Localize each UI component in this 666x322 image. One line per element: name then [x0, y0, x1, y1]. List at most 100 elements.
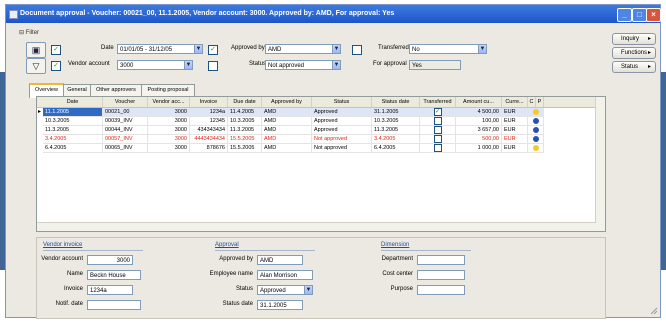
vendor-account-filter-checkbox[interactable]: ✓: [51, 61, 61, 71]
table-cell[interactable]: 11.3.2005: [228, 126, 262, 135]
column-header[interactable]: Due date: [228, 97, 262, 107]
transferred-checkbox[interactable]: [433, 126, 442, 134]
transferred-filter-checkbox[interactable]: [352, 45, 362, 55]
status-date-field[interactable]: 31.1.2005: [257, 300, 303, 310]
table-cell[interactable]: 3000: [148, 108, 190, 117]
table-row[interactable]: 6.4.2005 00065_INV 3000 878676 15.5.2005 AMD N…: [37, 144, 595, 153]
transferred-checkbox[interactable]: [433, 144, 442, 152]
column-header[interactable]: C: [528, 97, 536, 107]
column-header[interactable]: P: [536, 97, 544, 107]
approved-by-filter-checkbox[interactable]: ✓: [208, 45, 218, 55]
approved-by-field[interactable]: AMD: [265, 44, 333, 54]
table-cell[interactable]: 100,00: [456, 117, 502, 126]
table-cell[interactable]: 11.1.2005: [43, 108, 103, 117]
invoice-field[interactable]: 1234a: [87, 285, 133, 295]
transferred-cell[interactable]: [420, 117, 456, 126]
table-cell[interactable]: Approved: [312, 126, 372, 135]
save-filter-button[interactable]: ▣: [26, 42, 46, 58]
table-row[interactable]: 3.4.2005 00057_INV 3000 4443434434 15.5.2005…: [37, 135, 595, 144]
table-cell[interactable]: 00044_INV: [103, 126, 148, 135]
table-cell[interactable]: 10.3.2005: [43, 117, 103, 126]
vertical-scrollbar[interactable]: [595, 97, 605, 231]
transferred-checkbox[interactable]: [433, 135, 442, 143]
table-cell[interactable]: EUR: [502, 135, 528, 144]
table-cell[interactable]: AMD: [262, 117, 312, 126]
status-field[interactable]: Not approved: [265, 60, 333, 70]
column-header[interactable]: Voucher: [103, 97, 148, 107]
employee-name-field[interactable]: Alan Morrison: [257, 270, 313, 280]
status-dropdown-button[interactable]: ▼: [332, 60, 341, 70]
status-button[interactable]: Status ▸: [612, 61, 656, 73]
transferred-dropdown-button[interactable]: ▼: [478, 44, 487, 54]
vendor-account-dropdown-button[interactable]: ▼: [184, 60, 193, 70]
table-cell[interactable]: AMD: [262, 126, 312, 135]
table-cell[interactable]: 1234a: [190, 108, 228, 117]
column-header[interactable]: Date: [43, 97, 103, 107]
table-cell[interactable]: 11.4.2005: [228, 108, 262, 117]
approved-by-detail-field[interactable]: AMD: [257, 255, 303, 265]
table-cell[interactable]: 00065_INV: [103, 144, 148, 153]
table-cell[interactable]: EUR: [502, 126, 528, 135]
date-range-field[interactable]: 01/01/05 - 31/12/05: [117, 44, 195, 54]
name-field[interactable]: Beckn House: [87, 270, 141, 280]
table-cell[interactable]: 6.4.2005: [372, 144, 420, 153]
column-header[interactable]: Status: [312, 97, 372, 107]
functions-button[interactable]: Functions ▸: [612, 47, 656, 59]
notification-date-field[interactable]: [87, 300, 141, 310]
table-cell[interactable]: 15.5.2005: [228, 135, 262, 144]
column-header[interactable]: Transferred: [420, 97, 456, 107]
table-cell[interactable]: 31.1.2005: [372, 108, 420, 117]
table-cell[interactable]: 10.3.2005: [372, 117, 420, 126]
column-header[interactable]: Invoice: [190, 97, 228, 107]
table-cell[interactable]: 3000: [148, 144, 190, 153]
table-row[interactable]: 11.3.2005 00044_INV 3000 434343434 11.3.2005…: [37, 126, 595, 135]
vendor-account-detail-field[interactable]: 3000: [87, 255, 133, 265]
table-cell[interactable]: EUR: [502, 108, 528, 117]
table-cell[interactable]: 3000: [148, 126, 190, 135]
tab-other-approvers[interactable]: Other approvers: [90, 84, 142, 96]
table-cell[interactable]: AMD: [262, 135, 312, 144]
table-cell[interactable]: 15.5.2005: [228, 144, 262, 153]
table-row[interactable]: 10.3.2005 00039_INV 3000 12345 10.3.2005 AMD A…: [37, 117, 595, 126]
department-field[interactable]: [417, 255, 465, 265]
table-cell[interactable]: 11.3.2005: [43, 126, 103, 135]
horizontal-scrollbar[interactable]: [37, 222, 596, 231]
purpose-field[interactable]: [417, 285, 465, 295]
filter-toggle[interactable]: ⊟ Filter: [19, 29, 39, 36]
table-cell[interactable]: 6.4.2005: [43, 144, 103, 153]
table-cell[interactable]: 10.3.2005: [228, 117, 262, 126]
table-cell[interactable]: 3.4.2005: [43, 135, 103, 144]
status-filter-checkbox[interactable]: [208, 61, 218, 71]
transferred-field[interactable]: No: [409, 44, 479, 54]
inquiry-button[interactable]: Inquiry ▸: [612, 33, 656, 45]
table-cell[interactable]: Approved: [312, 108, 372, 117]
status-detail-dropdown-button[interactable]: ▼: [304, 285, 313, 295]
table-cell[interactable]: 434343434: [190, 126, 228, 135]
table-cell[interactable]: 3000: [148, 117, 190, 126]
table-cell[interactable]: 3000: [148, 135, 190, 144]
table-cell[interactable]: 12345: [190, 117, 228, 126]
table-cell[interactable]: 4 500,00: [456, 108, 502, 117]
table-row[interactable]: ▸ 11.1.2005 00021_00 3000 1234a 11.4.2005 AMD A…: [37, 108, 595, 117]
table-cell[interactable]: Not approved: [312, 135, 372, 144]
resize-grip-icon[interactable]: [650, 307, 658, 315]
column-header[interactable]: Amount cu...: [456, 97, 502, 107]
vendor-account-field[interactable]: 3000: [117, 60, 185, 70]
table-cell[interactable]: 11.3.2005: [372, 126, 420, 135]
table-cell[interactable]: 00039_INV: [103, 117, 148, 126]
table-cell[interactable]: EUR: [502, 144, 528, 153]
transferred-cell[interactable]: [420, 135, 456, 144]
table-cell[interactable]: EUR: [502, 117, 528, 126]
transferred-checkbox[interactable]: ✓: [433, 108, 442, 116]
table-cell[interactable]: AMD: [262, 108, 312, 117]
table-cell[interactable]: 4443434434: [190, 135, 228, 144]
table-cell[interactable]: 3.4.2005: [372, 135, 420, 144]
tab-posting-proposal[interactable]: Posting proposal: [141, 84, 195, 96]
maximize-button[interactable]: □: [632, 8, 647, 22]
table-cell[interactable]: 00057_INV: [103, 135, 148, 144]
tab-general[interactable]: General: [63, 84, 91, 96]
approved-by-dropdown-button[interactable]: ▼: [332, 44, 341, 54]
column-header[interactable]: Curre...: [502, 97, 528, 107]
column-header[interactable]: Approved by: [262, 97, 312, 107]
cost-center-field[interactable]: [417, 270, 465, 280]
